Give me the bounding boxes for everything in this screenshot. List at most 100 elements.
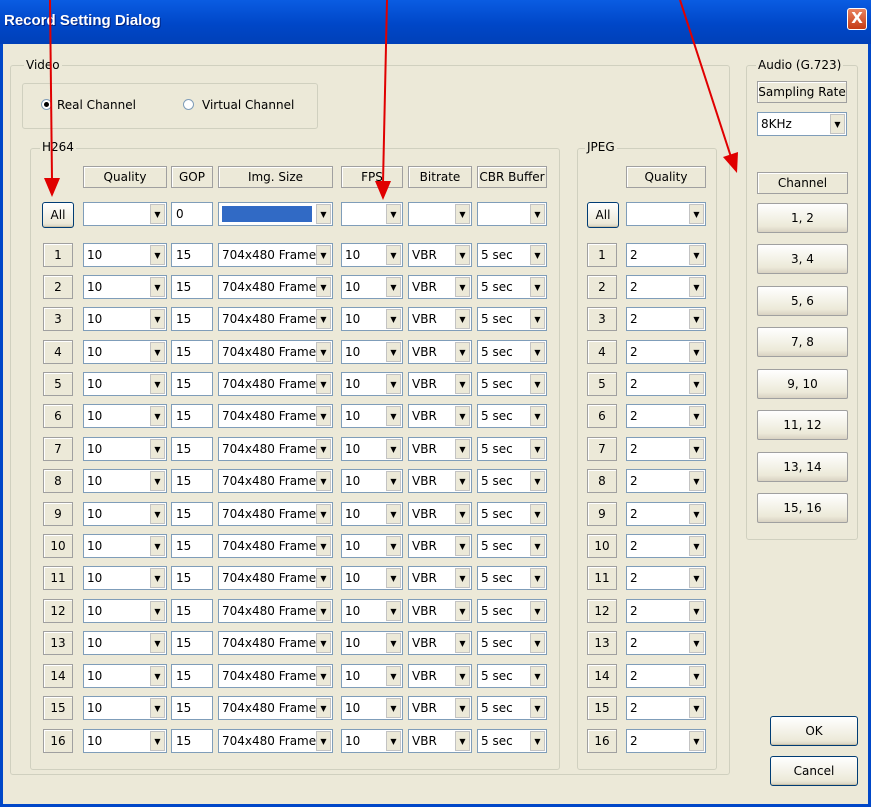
channel-bitrate-select[interactable]: VBR ▼: [408, 631, 472, 655]
channel-quality-select[interactable]: 10 ▼: [83, 437, 167, 461]
channel-bitrate-select[interactable]: VBR ▼: [408, 469, 472, 493]
sampling-rate-select[interactable]: 8KHz ▼: [757, 112, 847, 136]
channel-img-size-select[interactable]: 704x480 Frame ▼: [218, 404, 333, 428]
jpeg-quality-select[interactable]: 2 ▼: [626, 437, 706, 461]
all-fps-select[interactable]: ▼: [341, 202, 403, 226]
channel-gop-input[interactable]: 15: [171, 372, 213, 396]
all-gop-input[interactable]: 0: [171, 202, 213, 226]
audio-channel-button[interactable]: 13, 14: [757, 452, 848, 482]
jpeg-quality-select[interactable]: 2 ▼: [626, 631, 706, 655]
all-img-size-select[interactable]: ▼: [218, 202, 333, 226]
channel-img-size-select[interactable]: 704x480 Frame ▼: [218, 469, 333, 493]
all-quality-select[interactable]: ▼: [83, 202, 167, 226]
channel-gop-input[interactable]: 15: [171, 729, 213, 753]
channel-cbr-select[interactable]: 5 sec ▼: [477, 469, 547, 493]
channel-gop-input[interactable]: 15: [171, 599, 213, 623]
channel-cbr-select[interactable]: 5 sec ▼: [477, 534, 547, 558]
channel-img-size-select[interactable]: 704x480 Frame ▼: [218, 307, 333, 331]
channel-quality-select[interactable]: 10 ▼: [83, 502, 167, 526]
channel-gop-input[interactable]: 15: [171, 566, 213, 590]
channel-cbr-select[interactable]: 5 sec ▼: [477, 404, 547, 428]
channel-bitrate-select[interactable]: VBR ▼: [408, 566, 472, 590]
channel-gop-input[interactable]: 15: [171, 437, 213, 461]
channel-img-size-select[interactable]: 704x480 Frame ▼: [218, 502, 333, 526]
channel-fps-select[interactable]: 10 ▼: [341, 502, 403, 526]
channel-fps-select[interactable]: 10 ▼: [341, 404, 403, 428]
channel-quality-select[interactable]: 10 ▼: [83, 243, 167, 267]
channel-gop-input[interactable]: 15: [171, 696, 213, 720]
channel-img-size-select[interactable]: 704x480 Frame ▼: [218, 243, 333, 267]
jpeg-quality-select[interactable]: 2 ▼: [626, 275, 706, 299]
channel-bitrate-select[interactable]: VBR ▼: [408, 729, 472, 753]
channel-gop-input[interactable]: 15: [171, 631, 213, 655]
channel-img-size-select[interactable]: 704x480 Frame ▼: [218, 566, 333, 590]
channel-img-size-select[interactable]: 704x480 Frame ▼: [218, 275, 333, 299]
audio-channel-button[interactable]: 15, 16: [757, 493, 848, 523]
channel-img-size-select[interactable]: 704x480 Frame ▼: [218, 729, 333, 753]
jpeg-quality-select[interactable]: 2 ▼: [626, 664, 706, 688]
channel-img-size-select[interactable]: 704x480 Frame ▼: [218, 372, 333, 396]
channel-gop-input[interactable]: 15: [171, 404, 213, 428]
channel-img-size-select[interactable]: 704x480 Frame ▼: [218, 599, 333, 623]
audio-channel-button[interactable]: 11, 12: [757, 410, 848, 440]
channel-bitrate-select[interactable]: VBR ▼: [408, 340, 472, 364]
title-bar[interactable]: Record Setting Dialog X: [0, 0, 871, 44]
channel-cbr-select[interactable]: 5 sec ▼: [477, 243, 547, 267]
jpeg-quality-select[interactable]: 2 ▼: [626, 566, 706, 590]
channel-cbr-select[interactable]: 5 sec ▼: [477, 599, 547, 623]
channel-quality-select[interactable]: 10 ▼: [83, 599, 167, 623]
channel-img-size-select[interactable]: 704x480 Frame ▼: [218, 696, 333, 720]
channel-gop-input[interactable]: 15: [171, 534, 213, 558]
jpeg-quality-select[interactable]: 2 ▼: [626, 404, 706, 428]
channel-img-size-select[interactable]: 704x480 Frame ▼: [218, 631, 333, 655]
channel-fps-select[interactable]: 10 ▼: [341, 534, 403, 558]
channel-cbr-select[interactable]: 5 sec ▼: [477, 664, 547, 688]
audio-channel-button[interactable]: 3, 4: [757, 244, 848, 274]
channel-quality-select[interactable]: 10 ▼: [83, 729, 167, 753]
channel-quality-select[interactable]: 10 ▼: [83, 307, 167, 331]
real-channel-radio[interactable]: [41, 99, 52, 110]
h264-all-button[interactable]: All: [42, 202, 74, 228]
channel-cbr-select[interactable]: 5 sec ▼: [477, 696, 547, 720]
channel-gop-input[interactable]: 15: [171, 469, 213, 493]
jpeg-quality-select[interactable]: 2 ▼: [626, 599, 706, 623]
channel-gop-input[interactable]: 15: [171, 502, 213, 526]
jpeg-quality-select[interactable]: 2 ▼: [626, 502, 706, 526]
channel-quality-select[interactable]: 10 ▼: [83, 469, 167, 493]
audio-channel-button[interactable]: 7, 8: [757, 327, 848, 357]
close-button[interactable]: X: [847, 8, 867, 30]
channel-quality-select[interactable]: 10 ▼: [83, 372, 167, 396]
channel-fps-select[interactable]: 10 ▼: [341, 307, 403, 331]
channel-cbr-select[interactable]: 5 sec ▼: [477, 275, 547, 299]
ok-button[interactable]: OK: [770, 716, 858, 746]
channel-fps-select[interactable]: 10 ▼: [341, 275, 403, 299]
jpeg-quality-select[interactable]: 2 ▼: [626, 696, 706, 720]
all-bitrate-select[interactable]: ▼: [408, 202, 472, 226]
channel-gop-input[interactable]: 15: [171, 307, 213, 331]
channel-quality-select[interactable]: 10 ▼: [83, 275, 167, 299]
channel-cbr-select[interactable]: 5 sec ▼: [477, 307, 547, 331]
channel-quality-select[interactable]: 10 ▼: [83, 696, 167, 720]
channel-cbr-select[interactable]: 5 sec ▼: [477, 340, 547, 364]
cancel-button[interactable]: Cancel: [770, 756, 858, 786]
channel-bitrate-select[interactable]: VBR ▼: [408, 696, 472, 720]
channel-cbr-select[interactable]: 5 sec ▼: [477, 729, 547, 753]
channel-fps-select[interactable]: 10 ▼: [341, 566, 403, 590]
channel-fps-select[interactable]: 10 ▼: [341, 372, 403, 396]
channel-quality-select[interactable]: 10 ▼: [83, 340, 167, 364]
jpeg-quality-select[interactable]: 2 ▼: [626, 307, 706, 331]
channel-img-size-select[interactable]: 704x480 Frame ▼: [218, 534, 333, 558]
virtual-channel-radio[interactable]: [183, 99, 194, 110]
jpeg-quality-select[interactable]: 2 ▼: [626, 243, 706, 267]
channel-bitrate-select[interactable]: VBR ▼: [408, 437, 472, 461]
channel-quality-select[interactable]: 10 ▼: [83, 631, 167, 655]
channel-bitrate-select[interactable]: VBR ▼: [408, 502, 472, 526]
channel-fps-select[interactable]: 10 ▼: [341, 599, 403, 623]
channel-gop-input[interactable]: 15: [171, 275, 213, 299]
channel-bitrate-select[interactable]: VBR ▼: [408, 599, 472, 623]
channel-bitrate-select[interactable]: VBR ▼: [408, 372, 472, 396]
channel-bitrate-select[interactable]: VBR ▼: [408, 404, 472, 428]
channel-quality-select[interactable]: 10 ▼: [83, 566, 167, 590]
channel-img-size-select[interactable]: 704x480 Frame ▼: [218, 340, 333, 364]
channel-gop-input[interactable]: 15: [171, 664, 213, 688]
